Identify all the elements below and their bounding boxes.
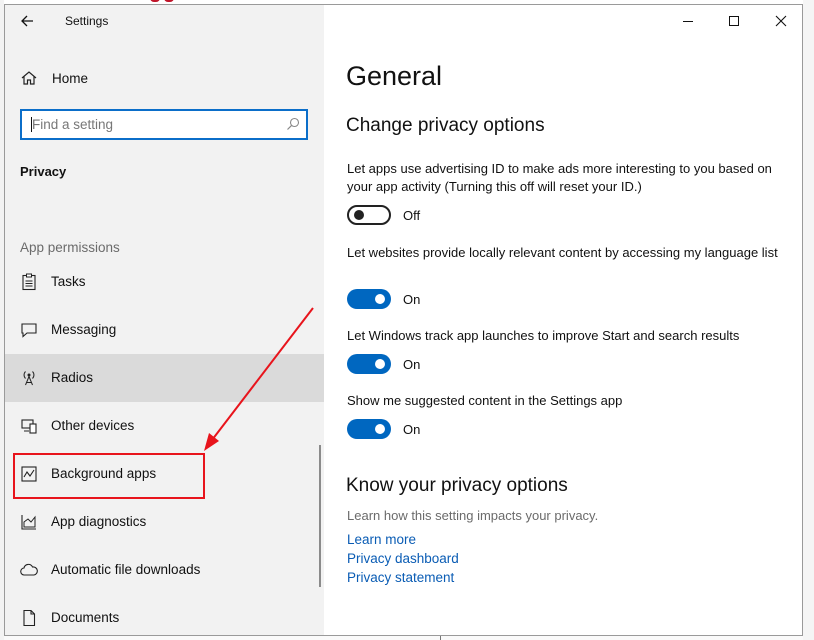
setting-description: Let websites provide locally relevant co… bbox=[347, 244, 787, 262]
sidebar-item-label: Home bbox=[52, 71, 88, 86]
sidebar-item-app-diagnostics[interactable]: App diagnostics bbox=[5, 498, 324, 546]
home-icon bbox=[20, 70, 38, 86]
sidebar-section-title: Privacy bbox=[20, 164, 66, 179]
settings-window: Settings Home Privacy App permissions Ta… bbox=[4, 4, 803, 636]
sidebar-item-label: Radios bbox=[51, 370, 93, 385]
search-icon[interactable] bbox=[286, 117, 300, 131]
advertising-id-toggle[interactable] bbox=[347, 205, 391, 225]
sidebar-group-label: App permissions bbox=[20, 240, 120, 255]
sidebar-item-documents[interactable]: Documents bbox=[5, 594, 324, 636]
screenshot-stage: Settings Home Privacy App permissions Ta… bbox=[0, 0, 814, 640]
back-button[interactable] bbox=[13, 9, 41, 33]
privacy-statement-link[interactable]: Privacy statement bbox=[347, 570, 454, 585]
toggle-state-label: On bbox=[403, 357, 420, 372]
search-input[interactable] bbox=[22, 111, 282, 138]
sidebar-item-label: Tasks bbox=[51, 274, 86, 289]
toggle-state-label: Off bbox=[403, 208, 420, 223]
other-devices-icon bbox=[20, 417, 38, 435]
sidebar-item-radios[interactable]: Radios bbox=[5, 354, 324, 402]
search-box[interactable] bbox=[20, 109, 308, 140]
back-arrow-icon bbox=[20, 14, 34, 28]
sidebar-item-messaging[interactable]: Messaging bbox=[5, 306, 324, 354]
toggle-state-label: On bbox=[403, 422, 420, 437]
cloud-download-icon bbox=[20, 561, 38, 579]
text-caret bbox=[31, 117, 32, 132]
language-list-toggle[interactable] bbox=[347, 289, 391, 309]
track-app-launches-toggle[interactable] bbox=[347, 354, 391, 374]
background-window-edge-bottom bbox=[4, 636, 803, 640]
suggested-content-toggle[interactable] bbox=[347, 419, 391, 439]
app-diagnostics-icon bbox=[20, 513, 38, 531]
setting-description: Show me suggested content in the Setting… bbox=[347, 392, 787, 410]
privacy-dashboard-link[interactable]: Privacy dashboard bbox=[347, 551, 459, 566]
page-title: General bbox=[346, 61, 442, 92]
background-window-edge-right bbox=[803, 0, 814, 640]
window-title: Settings bbox=[65, 14, 108, 28]
sidebar-item-home[interactable]: Home bbox=[5, 61, 324, 95]
sidebar-item-label: App diagnostics bbox=[51, 514, 146, 529]
main-content: General Change privacy options Let apps … bbox=[324, 5, 803, 636]
sidebar-item-label: Other devices bbox=[51, 418, 134, 433]
toggle-state-label: On bbox=[403, 292, 420, 307]
know-privacy-heading: Know your privacy options bbox=[346, 475, 568, 497]
radios-icon bbox=[20, 369, 38, 387]
messaging-icon bbox=[20, 321, 38, 339]
learn-more-link[interactable]: Learn more bbox=[347, 532, 416, 547]
section-heading: Change privacy options bbox=[346, 115, 545, 137]
sidebar-item-label: Documents bbox=[51, 610, 119, 625]
setting-description: Let apps use advertising ID to make ads … bbox=[347, 160, 787, 196]
sidebar-item-other-devices[interactable]: Other devices bbox=[5, 402, 324, 450]
know-privacy-text: Learn how this setting impacts your priv… bbox=[347, 508, 598, 523]
sidebar-item-automatic-file-downloads[interactable]: Automatic file downloads bbox=[5, 546, 324, 594]
tasks-icon bbox=[20, 273, 38, 291]
sidebar-item-tasks[interactable]: Tasks bbox=[5, 258, 324, 306]
annotation-highlight-box bbox=[13, 453, 205, 499]
sidebar-item-label: Messaging bbox=[51, 322, 116, 337]
setting-description: Let Windows track app launches to improv… bbox=[347, 327, 787, 345]
document-icon bbox=[20, 609, 38, 627]
sidebar-item-label: Automatic file downloads bbox=[51, 562, 200, 577]
